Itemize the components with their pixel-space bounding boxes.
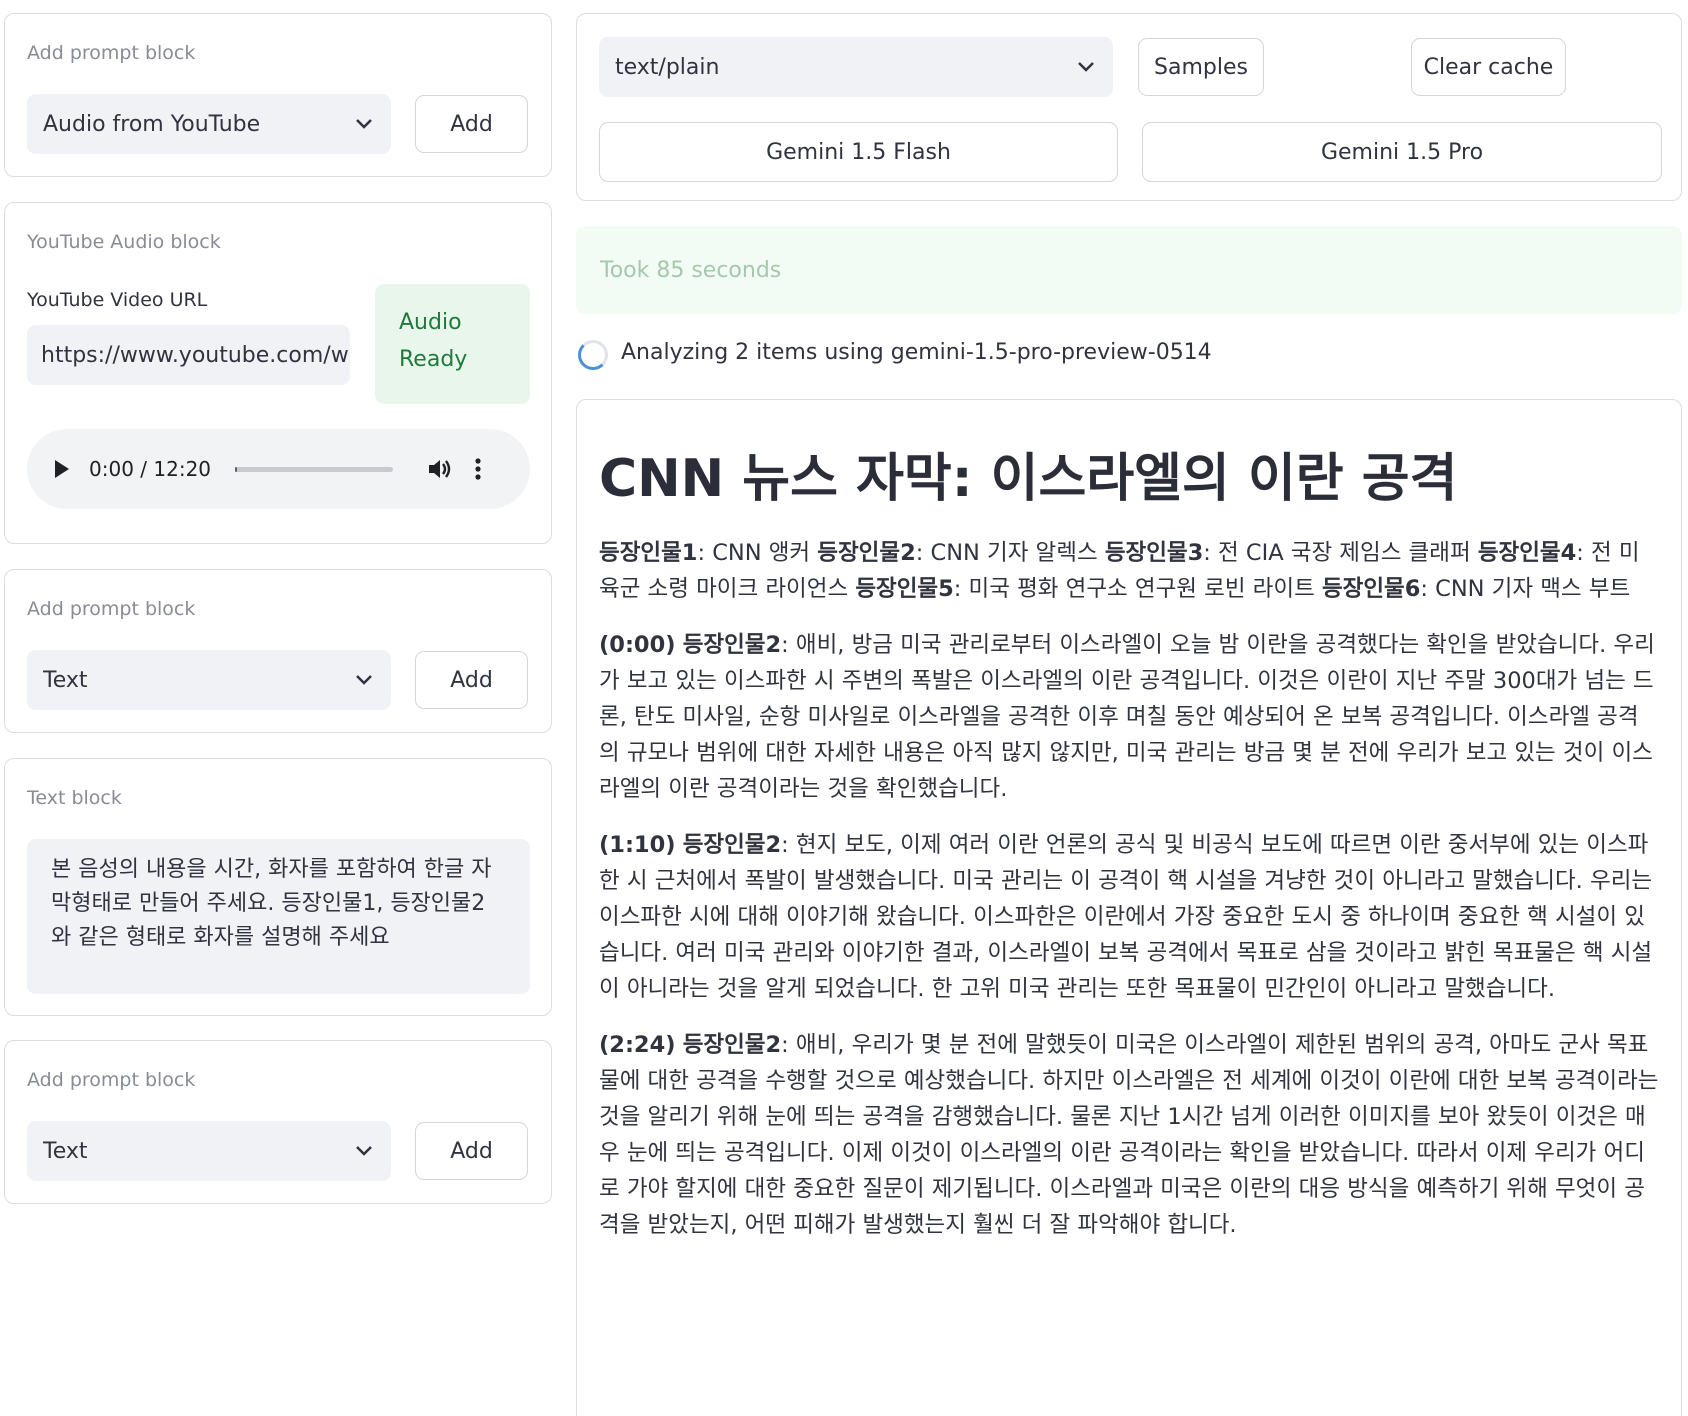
audio-seek-slider[interactable] bbox=[235, 466, 394, 472]
chevron-down-icon bbox=[353, 1140, 375, 1162]
text-block-label: Text block bbox=[27, 787, 122, 809]
analyzing-status: Analyzing 2 items using gemini-1.5-pro-p… bbox=[621, 340, 1212, 365]
output-panel: CNN 뉴스 자막: 이스라엘의 이란 공격 등장인물1: CNN 앵커 등장인… bbox=[576, 399, 1682, 1416]
segment-time: (0:00) bbox=[599, 632, 676, 658]
add-prompt-card-2: Add prompt block Text Add bbox=[4, 569, 552, 733]
text-block-card: Text block 본 음성의 내용을 시간, 화자를 포함하여 한글 자막형… bbox=[4, 758, 552, 1016]
audio-duration: 12:20 bbox=[153, 457, 212, 481]
gemini-flash-button[interactable]: Gemini 1.5 Flash bbox=[599, 122, 1118, 182]
block-type-value: Text bbox=[43, 667, 88, 693]
samples-button[interactable]: Samples bbox=[1138, 38, 1264, 96]
youtube-url-input[interactable]: https://www.youtube.com/watch bbox=[27, 325, 350, 385]
chevron-down-icon bbox=[353, 669, 375, 691]
block-type-value: Text bbox=[43, 1138, 88, 1164]
segment-speaker: 등장인물2 bbox=[682, 1032, 782, 1058]
add-prompt-label: Add prompt block bbox=[27, 1069, 196, 1091]
add-prompt-label: Add prompt block bbox=[27, 598, 196, 620]
audio-time-separator: / bbox=[133, 457, 154, 481]
add-button[interactable]: Add bbox=[415, 95, 528, 153]
cast-desc: : 미국 평화 연구소 연구원 로빈 라이트 bbox=[953, 576, 1322, 602]
output-title: CNN 뉴스 자막: 이스라엘의 이란 공격 bbox=[599, 449, 1458, 509]
mime-type-select[interactable]: text/plain bbox=[599, 37, 1113, 97]
chevron-down-icon bbox=[1075, 56, 1097, 78]
cast-desc: : CNN 앵커 bbox=[697, 540, 818, 566]
youtube-block-label: YouTube Audio block bbox=[27, 231, 221, 253]
audio-time: 0:00 / 12:20 bbox=[89, 457, 211, 481]
transcript-segment: (2:24) 등장인물2: 애비, 우리가 몇 분 전에 말했듯이 미국은 이스… bbox=[599, 1027, 1659, 1243]
add-prompt-card-1: Add prompt block Audio from YouTube Add bbox=[4, 13, 552, 177]
audio-ready-line1: Audio bbox=[399, 310, 462, 335]
add-prompt-label: Add prompt block bbox=[27, 42, 196, 64]
add-button[interactable]: Add bbox=[415, 651, 528, 709]
transcript-segment: (0:00) 등장인물2: 애비, 방금 미국 관리로부터 이스라엘이 오늘 밤… bbox=[599, 627, 1659, 807]
volume-icon[interactable] bbox=[427, 457, 453, 481]
audio-ready-status: Audio Ready bbox=[375, 284, 530, 404]
play-icon[interactable] bbox=[51, 458, 71, 480]
cast-list: 등장인물1: CNN 앵커 등장인물2: CNN 기자 알렉스 등장인물3: 전… bbox=[599, 535, 1659, 607]
mime-type-value: text/plain bbox=[615, 54, 720, 80]
cast-label: 등장인물3 bbox=[1104, 540, 1204, 566]
segment-time: (2:24) bbox=[599, 1032, 676, 1058]
cast-desc: : 전 CIA 국장 제임스 클래퍼 bbox=[1203, 540, 1478, 566]
youtube-url-label: YouTube Video URL bbox=[27, 289, 208, 311]
text-block-textarea[interactable]: 본 음성의 내용을 시간, 화자를 포함하여 한글 자막형태로 만들어 주세요.… bbox=[27, 839, 530, 994]
cast-label: 등장인물4 bbox=[1477, 540, 1577, 566]
controls-card: text/plain Samples Clear cache Gemini 1.… bbox=[576, 13, 1682, 201]
block-type-select[interactable]: Text bbox=[27, 1121, 391, 1181]
audio-seek-fill bbox=[235, 466, 238, 472]
block-type-select[interactable]: Text bbox=[27, 650, 391, 710]
block-type-select[interactable]: Audio from YouTube bbox=[27, 94, 391, 154]
segment-speaker: 등장인물2 bbox=[682, 832, 782, 858]
add-button[interactable]: Add bbox=[415, 1122, 528, 1180]
gemini-pro-button[interactable]: Gemini 1.5 Pro bbox=[1142, 122, 1662, 182]
segment-text: : 애비, 우리가 몇 분 전에 말했듯이 미국은 이스라엘이 제한된 범위의 … bbox=[599, 1032, 1659, 1238]
cast-desc: : CNN 기자 맥스 부트 bbox=[1420, 576, 1631, 602]
segment-speaker: 등장인물2 bbox=[682, 632, 782, 658]
cast-label: 등장인물2 bbox=[817, 540, 916, 566]
segment-time: (1:10) bbox=[599, 832, 676, 858]
clear-cache-button[interactable]: Clear cache bbox=[1411, 38, 1566, 96]
audio-current-time: 0:00 bbox=[89, 457, 134, 481]
youtube-audio-card: YouTube Audio block YouTube Video URL ht… bbox=[4, 202, 552, 544]
chevron-down-icon bbox=[353, 113, 375, 135]
cast-desc: : CNN 기자 알렉스 bbox=[915, 540, 1105, 566]
audio-player: 0:00 / 12:20 bbox=[27, 429, 530, 509]
add-prompt-card-3: Add prompt block Text Add bbox=[4, 1040, 552, 1204]
audio-ready-line2: Ready bbox=[399, 347, 468, 372]
transcript-segment: (1:10) 등장인물2: 현지 보도, 이제 여러 이란 언론의 공식 및 비… bbox=[599, 827, 1659, 1007]
cast-label: 등장인물5 bbox=[855, 576, 954, 602]
more-options-icon[interactable] bbox=[475, 457, 481, 481]
cast-label: 등장인물1 bbox=[599, 540, 698, 566]
block-type-value: Audio from YouTube bbox=[43, 111, 261, 137]
took-time-status: Took 85 seconds bbox=[576, 226, 1682, 314]
loading-spinner-icon bbox=[578, 340, 608, 370]
cast-label: 등장인물6 bbox=[1321, 576, 1421, 602]
